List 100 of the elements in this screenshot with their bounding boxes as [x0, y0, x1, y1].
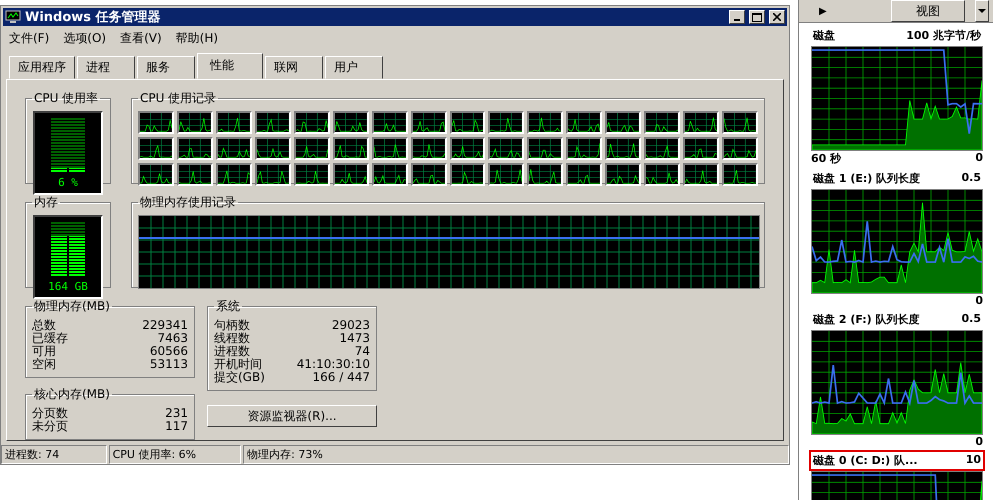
menu-item[interactable]: 帮助(H): [176, 30, 218, 47]
stat-value: 1473: [339, 332, 370, 345]
group-label: CPU 使用记录: [139, 90, 218, 107]
stat-value: 60566: [150, 345, 188, 358]
graph-time: 60 秒: [811, 151, 842, 166]
cpu-graph: [722, 137, 758, 160]
menu-item[interactable]: 查看(V): [120, 30, 162, 47]
tab[interactable]: 性能: [197, 53, 263, 79]
stat-label: 已缓存: [32, 332, 68, 345]
cpu-graph: [644, 137, 680, 160]
tab[interactable]: 用户: [325, 56, 383, 79]
cpu-graph: [372, 137, 408, 160]
graph-title: 磁盘 1 (E:) 队列长度: [813, 171, 920, 186]
group-label: 内存: [33, 194, 59, 211]
group-label: 核心内存(MB): [33, 386, 111, 403]
stat-label: 分页数: [32, 407, 68, 420]
tab[interactable]: 服务: [137, 56, 195, 79]
graph-title: 磁盘 0 (C: D:) 队...: [813, 453, 918, 468]
cpu-graph: [332, 111, 369, 134]
group-label: 物理内存(MB): [33, 298, 111, 315]
cpu-graph: [410, 111, 446, 134]
stat-label: 未分页: [32, 420, 68, 433]
close-button[interactable]: [769, 10, 785, 24]
cpu-graph: [410, 137, 446, 160]
monitor-icon: [5, 10, 21, 24]
stat-value: 229341: [142, 319, 188, 332]
expand-button[interactable]: ▶: [819, 6, 881, 16]
cpu-graph: [138, 137, 174, 160]
tab[interactable]: 联网: [265, 56, 323, 79]
cpu-graph: [488, 111, 524, 134]
cpu-graph: [566, 137, 602, 160]
stat-value: 41:10:30:10: [296, 358, 370, 371]
usage-reading: 6 %: [58, 176, 78, 188]
resource-monitor-button[interactable]: 资源监视器(R)...: [207, 405, 377, 427]
stat-label: 线程数: [214, 332, 250, 345]
cpu-graph: [138, 111, 174, 134]
stat-label: 总数: [32, 319, 56, 332]
stat-value: 117: [165, 420, 188, 433]
stat-label: 可用: [32, 345, 56, 358]
cpu-graph: [527, 137, 564, 160]
stat-value: 7463: [157, 332, 188, 345]
close-icon: [773, 13, 781, 21]
graph-max: 100 兆字节/秒: [906, 28, 981, 43]
stat-value: 166 / 447: [312, 371, 370, 384]
window-title: Windows 任务管理器: [25, 9, 162, 26]
cpu-graph: [527, 111, 564, 134]
menu-item[interactable]: 选项(O): [63, 30, 106, 47]
cpu-graph: [683, 111, 720, 134]
group-label: 系统: [215, 298, 241, 315]
cpu-graph: [332, 137, 369, 160]
tab[interactable]: 进程: [77, 56, 135, 79]
status-field: CPU 使用率: 6%: [108, 445, 242, 464]
stat-label: 进程数: [214, 345, 250, 358]
cpu-graph: [176, 111, 213, 134]
stat-value: 29023: [332, 319, 370, 332]
group-label: 物理内存使用记录: [139, 194, 237, 211]
tab[interactable]: 应用程序: [9, 56, 75, 79]
cpu-graph: [254, 111, 291, 134]
status-field: 物理内存: 73%: [243, 445, 789, 464]
caret-icon: [978, 9, 986, 13]
stat-value: 53113: [150, 358, 188, 371]
stat-value: 231: [165, 407, 188, 420]
cpu-graph: [216, 111, 252, 134]
cpu-graph: [644, 111, 680, 134]
cpu-graph: [294, 111, 330, 134]
stat-label: 提交(GB): [214, 371, 265, 384]
cpu-graph: [566, 111, 602, 134]
cpu-graph: [605, 111, 642, 134]
graph-title: 磁盘: [813, 28, 835, 43]
cpu-graph: [294, 137, 330, 160]
cpu-graph: [372, 111, 408, 134]
stat-label: 句柄数: [214, 319, 250, 332]
stat-label: 空闲: [32, 358, 56, 371]
stat-value: 74: [354, 345, 370, 358]
stat-label: 开机时间: [214, 358, 262, 371]
cpu-graph: [176, 137, 213, 160]
cpu-graph: [605, 137, 642, 160]
menu-item[interactable]: 文件(F): [9, 30, 50, 47]
graph-min: 0: [975, 294, 983, 307]
cpu-graph: [450, 111, 486, 134]
graph-min: 0: [975, 151, 983, 166]
status-field: 进程数: 74: [1, 445, 107, 464]
cpu-graph: [216, 137, 252, 160]
minimize-button[interactable]: [729, 10, 745, 24]
maximize-button[interactable]: [749, 10, 765, 24]
cpu-graph: [683, 137, 720, 160]
graph-min: 0: [975, 435, 983, 448]
cpu-graph: [450, 137, 486, 160]
cpu-graph: [254, 137, 291, 160]
graph-max: 0.5: [962, 312, 981, 327]
view-button[interactable]: 视图: [891, 0, 965, 22]
usage-reading: 164 GB: [48, 280, 88, 292]
cpu-graph: [722, 111, 758, 134]
graph-max: 10: [966, 453, 981, 468]
graph-title: 磁盘 2 (F:) 队列长度: [813, 312, 920, 327]
graph-max: 0.5: [962, 171, 981, 186]
group-label: CPU 使用率: [33, 90, 100, 107]
dropdown-button[interactable]: [975, 0, 989, 22]
cpu-graph: [488, 137, 524, 160]
maximize-icon: [752, 12, 762, 22]
